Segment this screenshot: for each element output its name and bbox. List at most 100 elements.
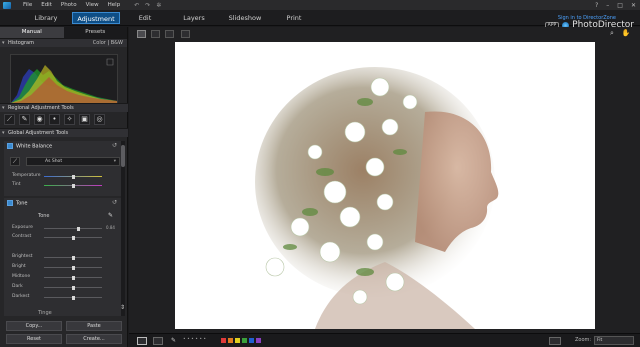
color-label-red[interactable]	[221, 338, 226, 343]
tone-slider-thumb[interactable]	[77, 227, 81, 231]
subtab-presets[interactable]: Presets	[64, 27, 128, 38]
magic-wand-icon[interactable]: ✧	[64, 114, 75, 125]
tone-slider-label: Darkest	[12, 294, 30, 299]
tone-slider-brightest[interactable]: Brightest	[8, 254, 120, 261]
view-options-icon[interactable]	[549, 337, 561, 345]
rotate-icon[interactable]: ✎	[171, 337, 176, 344]
scroll-arrows-icon[interactable]: ⇕	[120, 304, 125, 311]
zoom-tool-icon[interactable]: ⌕	[607, 29, 617, 39]
panel-scrollbar[interactable]	[121, 141, 125, 316]
color-label-green[interactable]	[242, 338, 247, 343]
help-icon[interactable]: ?	[595, 2, 598, 9]
histogram-mode-color[interactable]: Color	[93, 40, 106, 46]
tone-slider-thumb[interactable]	[71, 236, 75, 240]
histogram-header[interactable]: Histogram Color | B&W	[0, 38, 127, 48]
color-label-orange[interactable]	[228, 338, 233, 343]
reset-button[interactable]: Reset	[6, 334, 62, 344]
app-logo-icon	[0, 0, 14, 10]
radial-filter-icon[interactable]: ◎	[94, 114, 105, 125]
tone-slider-thumb[interactable]	[71, 266, 75, 270]
menu-photo[interactable]: Photo	[61, 2, 77, 8]
tone-slider-dark[interactable]: Dark	[8, 284, 120, 291]
subtab-manual[interactable]: Manual	[0, 27, 64, 38]
eyedropper-icon[interactable]: ⟋	[10, 157, 20, 166]
tone-slider-thumb[interactable]	[71, 256, 75, 260]
color-label-purple[interactable]	[256, 338, 261, 343]
tone-slider-thumb[interactable]	[71, 276, 75, 280]
histogram-mode: Color | B&W	[93, 39, 123, 47]
tone-slider-exposure[interactable]: Exposure 0.84	[8, 225, 120, 232]
global-tools-header[interactable]: Global Adjustment Tools	[0, 128, 128, 138]
settings-gear-icon[interactable]: ✲	[156, 2, 161, 9]
red-eye-icon[interactable]: ◉	[34, 114, 45, 125]
brush-adjust-icon[interactable]: ✎	[19, 114, 30, 125]
white-balance-title[interactable]: White Balance	[7, 143, 52, 150]
color-label-blue[interactable]	[249, 338, 254, 343]
bottom-status-bar: ✎ • • • • • • Zoom: Fit	[129, 333, 640, 347]
create-button[interactable]: Create...	[66, 334, 122, 344]
tone-slider-contrast[interactable]: Contrast	[8, 234, 120, 241]
photo-canvas-area: ⌕ ✋	[129, 27, 640, 333]
paste-button[interactable]: Paste	[66, 321, 122, 331]
tone-slider-darkest[interactable]: Darkest	[8, 294, 120, 301]
white-balance-preset-select[interactable]: As Shot	[26, 157, 120, 166]
menu-edit[interactable]: Edit	[41, 2, 52, 8]
tab-adjustment[interactable]: Adjustment	[72, 12, 120, 24]
crop-icon[interactable]: ▣	[79, 114, 90, 125]
spot-removal-icon[interactable]: •	[49, 114, 60, 125]
undo-icon[interactable]: ↶	[134, 2, 139, 9]
tone-slider-label: Dark	[12, 284, 23, 289]
tone-slider-bright[interactable]: Bright	[8, 264, 120, 271]
menu-file[interactable]: File	[23, 2, 32, 8]
temperature-slider[interactable]: Temperature	[8, 173, 120, 180]
tone-target-icon[interactable]: ✎	[108, 212, 113, 219]
gradient-mask-icon[interactable]: ⟋	[4, 114, 15, 125]
reset-icon[interactable]: ↺	[112, 142, 117, 149]
compare-view-icon[interactable]	[151, 30, 160, 38]
single-view-icon[interactable]	[137, 30, 146, 38]
filmstrip-view-icon[interactable]	[181, 30, 190, 38]
panel-scroll-thumb[interactable]	[121, 145, 125, 167]
temperature-thumb[interactable]	[71, 175, 75, 179]
tone-slider-label: Exposure	[12, 225, 33, 230]
tab-edit[interactable]: Edit	[134, 12, 156, 24]
tone-slider-track	[44, 276, 102, 280]
tab-layers[interactable]: Layers	[182, 12, 206, 24]
rating-dots[interactable]: • • • • • •	[183, 337, 206, 342]
minimize-icon[interactable]: –	[606, 2, 609, 9]
copy-button[interactable]: Copy...	[6, 321, 62, 331]
maximize-icon[interactable]: □	[617, 2, 623, 9]
menu-help[interactable]: Help	[108, 2, 121, 8]
regional-tools-row: ⟋ ✎ ◉ • ✧ ▣ ◎	[4, 114, 124, 125]
menu-view[interactable]: View	[86, 2, 99, 8]
tone-slider-label: Brightest	[12, 254, 33, 259]
tone-checkbox[interactable]	[7, 200, 13, 206]
histogram-mode-bw[interactable]: B&W	[111, 40, 123, 46]
tone-title[interactable]: Tone	[7, 200, 28, 207]
tone-slider-thumb[interactable]	[71, 296, 75, 300]
redo-icon[interactable]: ↷	[145, 2, 150, 9]
tint-thumb[interactable]	[71, 184, 75, 188]
preview-mode-icon[interactable]	[137, 337, 147, 345]
tab-library[interactable]: Library	[28, 12, 64, 24]
tone-slider-thumb[interactable]	[71, 286, 75, 290]
tab-print[interactable]: Print	[284, 12, 304, 24]
grid-view-icon[interactable]	[165, 30, 174, 38]
pan-hand-icon[interactable]: ✋	[621, 29, 631, 39]
tinge-label: Tinge	[38, 310, 52, 316]
tint-slider[interactable]: Tint	[8, 182, 120, 189]
tone-slider-label: Midtone	[12, 274, 31, 279]
tab-slideshow[interactable]: Slideshow	[228, 12, 262, 24]
before-after-icon[interactable]	[153, 337, 163, 345]
white-balance-checkbox[interactable]	[7, 143, 13, 149]
tone-slider-track	[44, 296, 102, 300]
regional-tools-header[interactable]: Regional Adjustment Tools	[0, 103, 128, 113]
zoom-select[interactable]: Fit	[594, 336, 634, 345]
color-label-yellow[interactable]	[235, 338, 240, 343]
tone-reset-icon[interactable]: ↺	[112, 199, 117, 206]
panel-subtabs: Manual Presets	[0, 27, 127, 38]
tone-slider-track	[44, 227, 102, 231]
tone-slider-midtone[interactable]: Midtone	[8, 274, 120, 281]
tone-slider-track	[44, 286, 102, 290]
close-icon[interactable]: ✕	[631, 2, 636, 9]
